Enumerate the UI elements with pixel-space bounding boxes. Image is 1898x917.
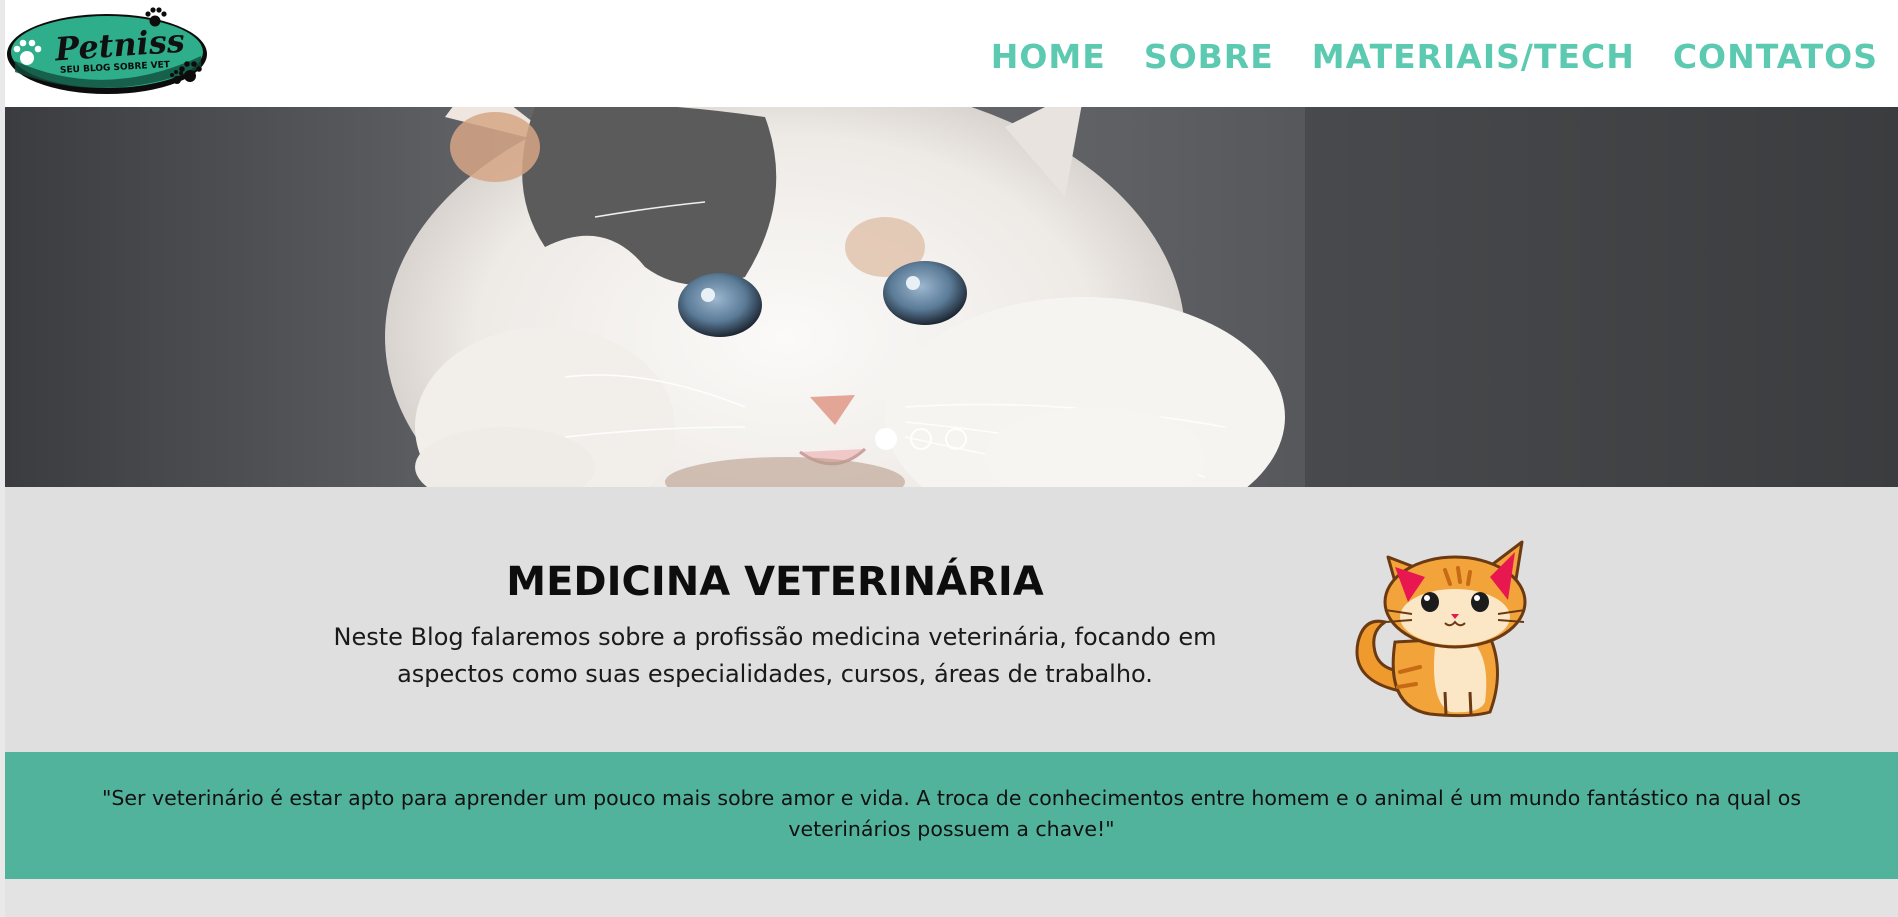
carousel-indicators bbox=[875, 428, 967, 450]
site-header: Petniss SEU BLOG SOBRE VET HOME SOBRE MA… bbox=[5, 0, 1898, 107]
nav-link-home[interactable]: HOME bbox=[991, 40, 1106, 73]
main-nav: HOME SOBRE MATERIAIS/TECH CONTATOS bbox=[991, 40, 1878, 73]
carousel-dot-2[interactable] bbox=[910, 428, 932, 450]
page-bottom-area bbox=[5, 879, 1898, 917]
nav-link-contatos[interactable]: CONTATOS bbox=[1673, 40, 1878, 73]
carousel-dot-3[interactable] bbox=[945, 428, 967, 450]
intro-section: MEDICINA VETERINÁRIA Neste Blog falaremo… bbox=[5, 487, 1898, 752]
nav-link-sobre[interactable]: SOBRE bbox=[1144, 40, 1274, 73]
section-title: MEDICINA VETERINÁRIA bbox=[506, 559, 1044, 605]
page: Petniss SEU BLOG SOBRE VET HOME SOBRE MA… bbox=[0, 0, 1898, 917]
brand-logo[interactable]: Petniss SEU BLOG SOBRE VET bbox=[5, 6, 210, 98]
quote-banner: "Ser veterinário é estar apto para apren… bbox=[5, 752, 1898, 879]
hero-carousel[interactable] bbox=[5, 107, 1898, 487]
carousel-dot-1[interactable] bbox=[875, 428, 897, 450]
cartoon-cat-icon bbox=[1355, 540, 1527, 718]
section-description: Neste Blog falaremos sobre a profissão m… bbox=[333, 623, 1217, 689]
nav-link-materiais-tech[interactable]: MATERIAIS/TECH bbox=[1312, 40, 1635, 73]
quote-text: "Ser veterinário é estar apto para apren… bbox=[101, 786, 1802, 841]
